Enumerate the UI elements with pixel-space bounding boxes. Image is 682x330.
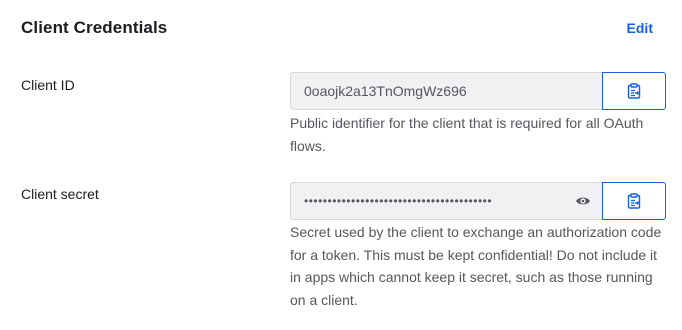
- copy-client-secret-button[interactable]: [602, 182, 666, 220]
- client-id-input[interactable]: [304, 83, 602, 99]
- client-secret-label: Client secret: [21, 186, 99, 202]
- eye-icon[interactable]: [575, 195, 591, 207]
- client-id-field[interactable]: [290, 72, 602, 110]
- client-secret-help-text: Secret used by the client to exchange an…: [290, 224, 662, 308]
- client-id-input-group: [290, 72, 666, 110]
- client-secret-field[interactable]: ••••••••••••••••••••••••••••••••••••••••: [290, 182, 602, 220]
- edit-link[interactable]: Edit: [627, 20, 653, 36]
- section-title: Client Credentials: [21, 18, 168, 37]
- client-credentials-panel: Client Credentials Edit Client ID Public…: [0, 0, 682, 330]
- client-id-help-text: Public identifier for the client that is…: [290, 115, 644, 154]
- clipboard-icon: [627, 193, 641, 209]
- copy-client-id-button[interactable]: [602, 72, 666, 110]
- clipboard-icon: [627, 83, 641, 99]
- client-secret-masked-value: ••••••••••••••••••••••••••••••••••••••••: [304, 194, 493, 208]
- client-id-label: Client ID: [21, 77, 75, 93]
- client-secret-input-group: ••••••••••••••••••••••••••••••••••••••••: [290, 182, 666, 220]
